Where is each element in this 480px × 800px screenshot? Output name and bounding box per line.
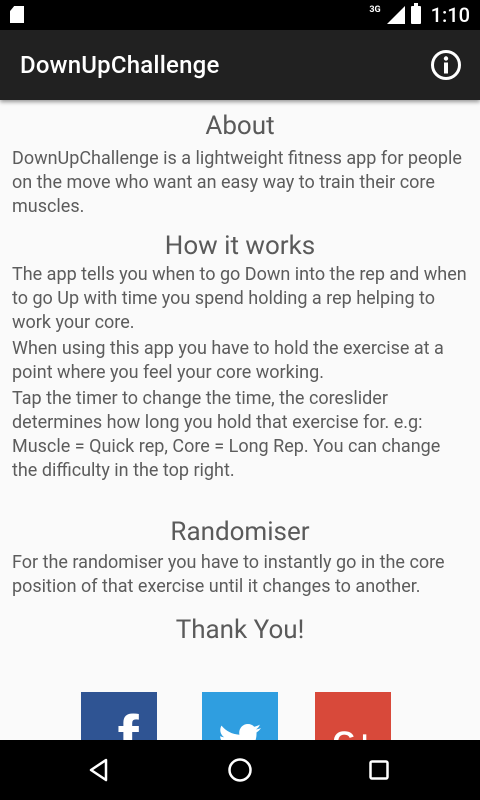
recents-button[interactable] (364, 755, 394, 785)
battery-icon (410, 3, 421, 24)
how-it-works-paragraph-1: The app tells you when to go Down into t… (12, 264, 467, 333)
googleplus-icon: G+ (333, 728, 374, 741)
navigation-bar (0, 740, 480, 800)
clock: 1:10 (430, 3, 470, 27)
back-triangle-icon (89, 758, 108, 782)
home-circle-icon (228, 758, 252, 782)
how-it-works-heading: How it works (164, 231, 316, 261)
about-content[interactable]: About DownUpChallenge is a lightweight f… (0, 100, 480, 740)
social-buttons: f G+ (0, 692, 480, 740)
signal-icon (386, 6, 405, 24)
recents-square-icon (369, 760, 389, 780)
facebook-button[interactable]: f (81, 692, 157, 740)
info-button[interactable] (430, 49, 462, 81)
thank-you-heading: Thank You! (175, 615, 305, 645)
back-button[interactable] (84, 755, 114, 785)
app-title: DownUpChallenge (20, 51, 220, 79)
randomiser-heading: Randomiser (170, 517, 310, 547)
status-right: 3G 1:10 (369, 0, 470, 30)
info-icon (431, 50, 461, 80)
facebook-icon: f (117, 702, 139, 740)
status-bar: 3G 1:10 (0, 0, 480, 30)
network-type-label: 3G (369, 5, 381, 15)
twitter-bird-icon (220, 724, 261, 740)
googleplus-button[interactable]: G+ (315, 692, 391, 740)
how-it-works-paragraph-2: When using this app you have to hold the… (12, 338, 444, 383)
about-text: DownUpChallenge is a lightweight fitness… (12, 148, 462, 217)
how-it-works-paragraph-3: Tap the timer to change the time, the co… (12, 388, 441, 481)
about-heading: About (205, 111, 275, 141)
randomiser-text: For the randomiser you have to instantly… (12, 552, 445, 597)
twitter-button[interactable] (202, 692, 278, 740)
app-bar: DownUpChallenge (0, 30, 480, 100)
home-button[interactable] (225, 755, 255, 785)
sd-card-icon (10, 6, 24, 23)
